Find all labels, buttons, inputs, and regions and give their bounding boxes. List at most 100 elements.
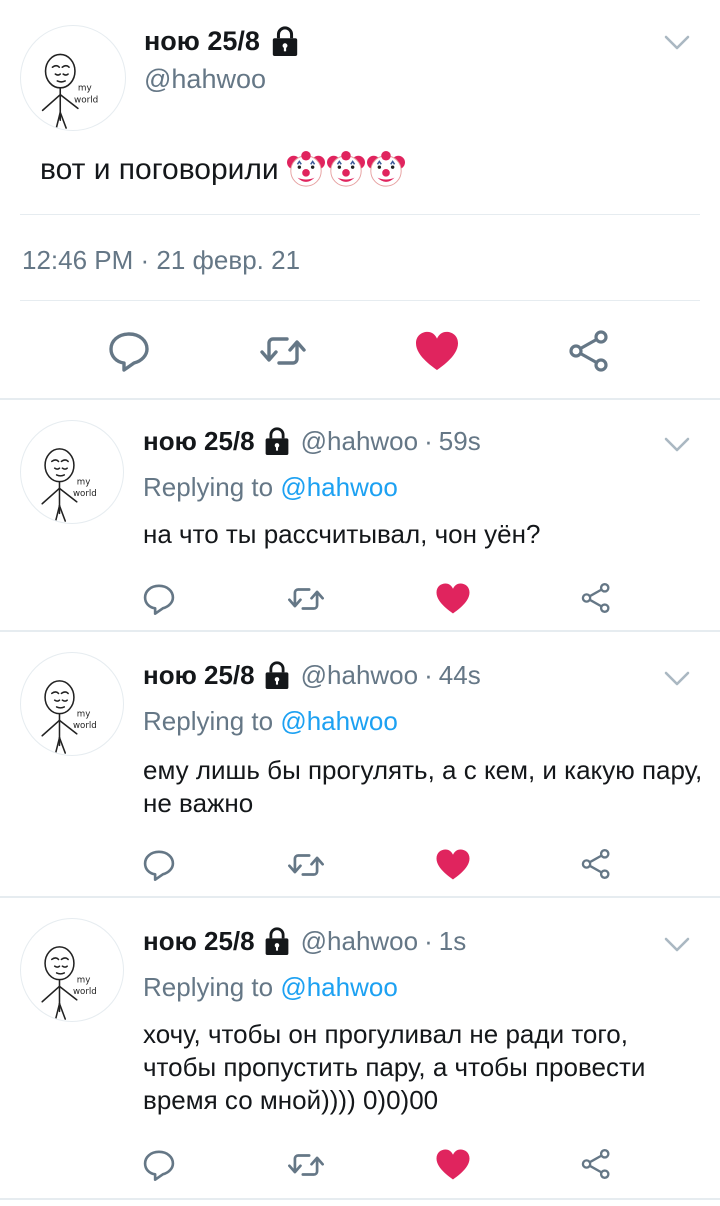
reply-time: 59s	[438, 426, 481, 456]
lock-icon	[263, 426, 291, 456]
reply-time: 44s	[438, 660, 481, 690]
avatar-caption-line2: world	[73, 721, 97, 731]
share-button[interactable]	[578, 580, 614, 616]
clown-emoji-group	[287, 151, 405, 189]
reply-button[interactable]	[106, 328, 152, 374]
lock-icon	[270, 25, 300, 57]
heart-icon	[435, 848, 471, 881]
reply-icon	[142, 1148, 176, 1182]
retweet-button[interactable]	[286, 848, 326, 882]
retweet-icon	[259, 331, 307, 371]
chevron-down-icon[interactable]	[663, 436, 691, 454]
reply-text: ему лишь бы прогулять, а с кем, и какую …	[143, 755, 703, 818]
reply-button[interactable]	[140, 580, 178, 618]
tweet-text-row: вот и поговорили	[40, 150, 405, 190]
retweet-button[interactable]	[286, 582, 326, 616]
clown-emoji-icon	[327, 151, 365, 189]
like-button[interactable]	[434, 580, 472, 616]
replying-mention[interactable]: @hahwoo	[280, 706, 397, 736]
avatar-caption-line1: my	[78, 84, 92, 94]
replying-to: Replying to @hahwoo	[143, 470, 398, 504]
avatar[interactable]: my world	[20, 25, 126, 131]
share-button[interactable]	[578, 846, 614, 882]
divider	[20, 214, 700, 215]
share-icon	[580, 582, 612, 614]
heart-icon	[435, 1148, 471, 1181]
avatar-caption-line1: my	[77, 976, 91, 986]
reply-button[interactable]	[140, 1146, 178, 1184]
clown-emoji-icon	[367, 151, 405, 189]
reply-icon	[107, 329, 151, 373]
chevron-down-icon[interactable]	[663, 670, 691, 688]
retweet-button[interactable]	[286, 1148, 326, 1182]
author-name[interactable]: ною 25/8	[144, 24, 260, 58]
reply-time: 1s	[438, 926, 467, 956]
author-handle[interactable]: @hahwoo	[301, 924, 418, 958]
main-tweet: my world ною 25/8 @hahwoo вот и поговори…	[0, 0, 720, 398]
retweet-icon	[287, 1149, 325, 1181]
avatar-caption-line1: my	[77, 478, 91, 488]
reply-button[interactable]	[140, 846, 178, 884]
avatar-caption-line2: world	[73, 489, 97, 499]
replying-to: Replying to @hahwoo	[143, 970, 398, 1004]
author-name-row: ною 25/8	[144, 24, 300, 58]
author-name[interactable]: ною 25/8	[143, 924, 255, 958]
share-button[interactable]	[578, 1146, 614, 1182]
reply-header: ною 25/8 @hahwoo · 59s	[143, 424, 481, 458]
separator-dot: ·	[424, 926, 433, 956]
separator	[0, 1198, 720, 1200]
tweet-text: вот и поговорили	[40, 153, 279, 186]
like-button[interactable]	[434, 846, 472, 882]
reply-tweet[interactable]: my world ною 25/8 @hahwoo · 1s Replying …	[0, 898, 720, 1198]
share-icon	[580, 848, 612, 880]
avatar-caption-line2: world	[74, 96, 98, 106]
chevron-down-icon[interactable]	[663, 936, 691, 954]
chevron-down-icon[interactable]	[663, 34, 691, 52]
author-handle[interactable]: @hahwoo	[144, 62, 266, 96]
replying-prefix: Replying to	[143, 472, 274, 502]
replying-mention[interactable]: @hahwoo	[280, 972, 397, 1002]
lock-icon	[263, 660, 291, 690]
divider	[20, 300, 700, 301]
reply-tweet[interactable]: my world ною 25/8 @hahwoo · 59s Replying…	[0, 400, 720, 630]
like-button[interactable]	[412, 328, 462, 374]
replying-to: Replying to @hahwoo	[143, 704, 398, 738]
author-handle[interactable]: @hahwoo	[301, 658, 418, 692]
tweet-timestamp: 12:46 PM · 21 февр. 21	[22, 245, 301, 275]
avatar-caption-line2: world	[73, 987, 97, 997]
avatar[interactable]: my world	[20, 420, 124, 524]
avatar-drawing-icon: my world	[21, 919, 97, 1021]
avatar[interactable]: my world	[20, 652, 124, 756]
avatar-caption-line1: my	[77, 710, 91, 720]
retweet-button[interactable]	[258, 330, 308, 372]
avatar-drawing-icon: my world	[21, 26, 98, 130]
retweet-icon	[287, 849, 325, 881]
author-name[interactable]: ною 25/8	[143, 658, 255, 692]
avatar[interactable]: my world	[20, 918, 124, 1022]
reply-text: на что ты рассчитывал, чон уён?	[143, 519, 541, 549]
author-name[interactable]: ною 25/8	[143, 424, 255, 458]
replying-mention[interactable]: @hahwoo	[280, 472, 397, 502]
reply-header: ною 25/8 @hahwoo · 1s	[143, 924, 466, 958]
share-icon	[567, 329, 611, 373]
reply-icon	[142, 848, 176, 882]
share-icon	[580, 1148, 612, 1180]
like-button[interactable]	[434, 1146, 472, 1182]
heart-icon	[414, 330, 460, 372]
reply-text: хочу, чтобы он прогуливал не ради того, …	[143, 1019, 646, 1115]
share-button[interactable]	[566, 328, 612, 374]
replying-prefix: Replying to	[143, 706, 274, 736]
separator-dot: ·	[424, 660, 433, 690]
reply-icon	[142, 582, 176, 616]
reply-tweet[interactable]: my world ною 25/8 @hahwoo · 44s Replying…	[0, 632, 720, 896]
avatar-drawing-icon: my world	[21, 421, 97, 523]
replying-prefix: Replying to	[143, 972, 274, 1002]
retweet-icon	[287, 583, 325, 615]
reply-header: ною 25/8 @hahwoo · 44s	[143, 658, 481, 692]
avatar-drawing-icon: my world	[21, 653, 97, 755]
author-handle[interactable]: @hahwoo	[301, 424, 418, 458]
heart-icon	[435, 582, 471, 615]
clown-emoji-icon	[287, 151, 325, 189]
lock-icon	[263, 926, 291, 956]
separator-dot: ·	[424, 426, 433, 456]
